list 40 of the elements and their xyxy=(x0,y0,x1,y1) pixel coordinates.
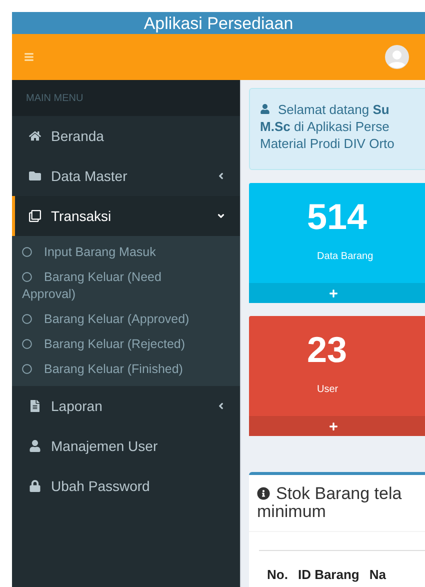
lock-icon xyxy=(29,480,41,492)
user-icon xyxy=(29,440,41,452)
column-header: No. xyxy=(267,566,288,584)
sidebar-label: Beranda xyxy=(51,126,105,146)
sidebar-item[interactable]: Manajemen User xyxy=(12,426,240,466)
stat-value: 514 xyxy=(307,195,368,239)
submenu-item[interactable]: Input Barang Masuk xyxy=(12,240,240,265)
menu-heading: MAIN MENU xyxy=(26,92,84,106)
plus-icon xyxy=(329,422,338,430)
info-icon xyxy=(257,487,270,500)
sidebar-item[interactable]: Data Master xyxy=(12,156,240,196)
stat-label: User xyxy=(317,383,338,397)
submenu-item[interactable]: Barang Keluar (Approved) xyxy=(12,307,240,332)
welcome-message: Selamat datang Su M.Sc di Aplikasi Perse Material Prodi DIV Orto xyxy=(260,101,396,152)
submenu-item[interactable]: Barang Keluar (Finished) xyxy=(12,357,240,382)
user-icon xyxy=(260,104,270,114)
document-icon xyxy=(29,400,41,412)
sidebar-label: Ubah Password xyxy=(51,476,151,496)
sidebar-label: Data Master xyxy=(51,166,128,186)
panel-title: Stok Barang tela minimum xyxy=(257,485,403,521)
home-icon xyxy=(29,130,41,142)
avatar-icon[interactable] xyxy=(385,45,409,69)
plus-icon xyxy=(329,288,338,298)
sidebar-label: Manajemen User xyxy=(51,436,159,456)
app-title: Aplikasi Persediaan xyxy=(144,14,294,34)
sidebar-label: Transaksi xyxy=(51,206,112,226)
stat-value: 23 xyxy=(307,328,348,372)
sidebar-item[interactable]: Beranda xyxy=(12,116,240,156)
menu-icon[interactable] xyxy=(24,52,34,62)
stat-label: Data Barang xyxy=(317,250,374,264)
sidebar-item[interactable]: Laporan xyxy=(12,386,240,426)
sidebar-item[interactable]: Transaksi xyxy=(12,196,240,236)
submenu-item[interactable]: Barang Keluar (Rejected) xyxy=(12,332,240,357)
copy-icon xyxy=(29,210,41,222)
sidebar-item[interactable]: Ubah Password xyxy=(12,466,240,506)
submenu-item[interactable]: Barang Keluar (Need Approval) xyxy=(12,265,240,307)
column-header: Na xyxy=(369,566,386,584)
sidebar-label: Laporan xyxy=(51,396,104,416)
folder-icon xyxy=(29,170,41,182)
column-header: ID Barang xyxy=(298,566,360,584)
